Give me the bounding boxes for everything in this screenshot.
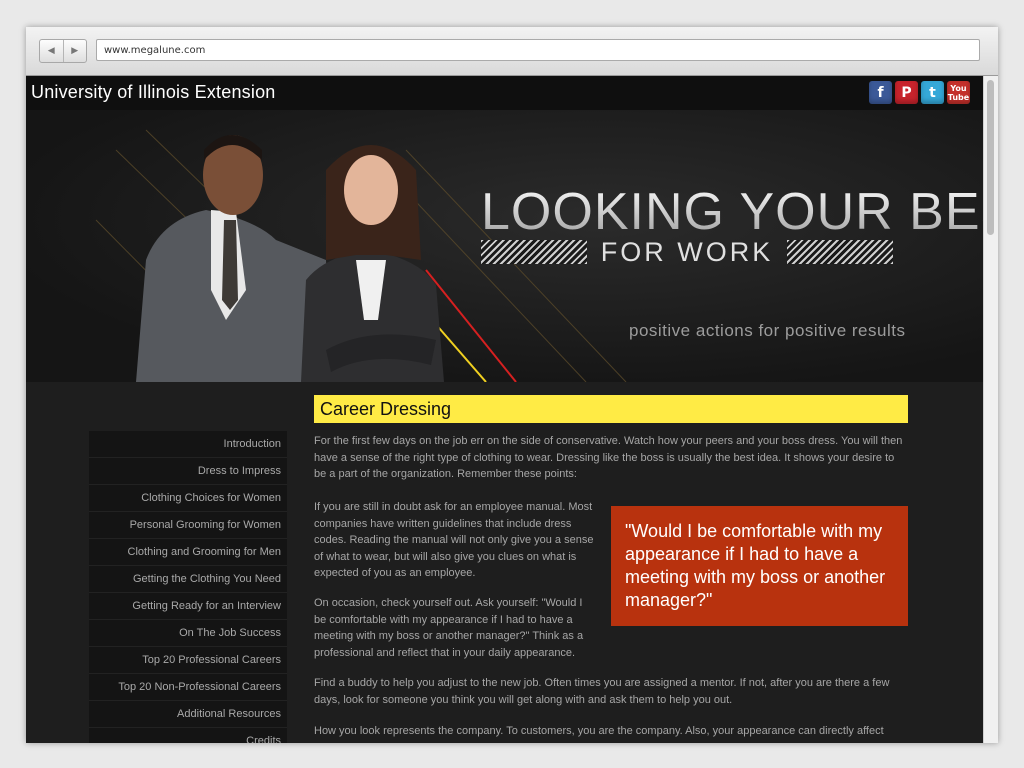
paragraph: How you look represents the company. To … [314, 725, 884, 743]
youtube-icon-top: You [950, 83, 967, 93]
sidebar-item-getting-clothing[interactable]: Getting the Clothing You Need [89, 566, 287, 593]
facebook-icon[interactable]: f [869, 81, 892, 104]
site-header: University of Illinois Extension f P t Y… [26, 76, 984, 110]
vertical-scrollbar[interactable] [983, 76, 998, 743]
sidebar-item-clothing-women[interactable]: Clothing Choices for Women [89, 485, 287, 512]
pull-quote: "Would I be comfortable with my appearan… [611, 506, 908, 626]
sidebar-item-interview[interactable]: Getting Ready for an Interview [89, 593, 287, 620]
nav-buttons: ◀ ▶ [39, 39, 87, 63]
sidebar-item-resources[interactable]: Additional Resources [89, 701, 287, 728]
sidebar-item-grooming-women[interactable]: Personal Grooming for Women [89, 512, 287, 539]
hero-subtitle: FOR WORK [600, 236, 774, 267]
hero-title: LOOKING YOUR BEST [481, 182, 984, 242]
sidebar-item-credits[interactable]: Credits [89, 728, 287, 743]
hero-tagline: positive actions for positive results [629, 321, 906, 340]
pinterest-icon[interactable]: P [895, 81, 918, 104]
youtube-icon[interactable]: You Tube [947, 81, 970, 104]
scrollbar-thumb[interactable] [987, 80, 994, 235]
paragraph: For the first few days on the job err on… [314, 435, 903, 480]
paragraph: Find a buddy to help you adjust to the n… [314, 677, 890, 706]
site-title[interactable]: University of Illinois Extension [31, 82, 276, 103]
hatch-decoration-right [787, 240, 893, 264]
page-title: Career Dressing [314, 395, 908, 423]
man-figure [136, 135, 331, 382]
browser-toolbar: ◀ ▶ www.megalune.com [26, 27, 998, 76]
hatch-decoration-left [481, 240, 587, 264]
sidebar-item-dress-to-impress[interactable]: Dress to Impress [89, 458, 287, 485]
web-page: University of Illinois Extension f P t Y… [26, 76, 998, 743]
address-bar[interactable]: www.megalune.com [96, 39, 980, 61]
sidebar-nav: Introduction Dress to Impress Clothing C… [89, 431, 287, 743]
sidebar-item-introduction[interactable]: Introduction [89, 431, 287, 458]
paragraph: If you are still in doubt ask for an emp… [314, 501, 594, 579]
hero-subtitle-row: FOR WORK [481, 237, 893, 267]
paragraph: On occasion, check yourself out. Ask you… [314, 597, 584, 659]
social-links: f P t You Tube [869, 81, 970, 104]
back-icon[interactable]: ◀ [40, 40, 63, 62]
twitter-icon[interactable]: t [921, 81, 944, 104]
browser-window: ◀ ▶ www.megalune.com University of Illin… [26, 27, 998, 743]
sidebar-item-grooming-men[interactable]: Clothing and Grooming for Men [89, 539, 287, 566]
forward-icon[interactable]: ▶ [62, 40, 87, 62]
youtube-icon-bottom: Tube [947, 92, 970, 102]
sidebar-item-professional-careers[interactable]: Top 20 Professional Careers [89, 647, 287, 674]
sidebar-item-job-success[interactable]: On The Job Success [89, 620, 287, 647]
main-content: Career Dressing For the first few days o… [314, 395, 908, 743]
hero-banner: LOOKING YOUR BEST FOR WORK positive acti… [26, 110, 984, 382]
sidebar-item-non-professional-careers[interactable]: Top 20 Non-Professional Careers [89, 674, 287, 701]
